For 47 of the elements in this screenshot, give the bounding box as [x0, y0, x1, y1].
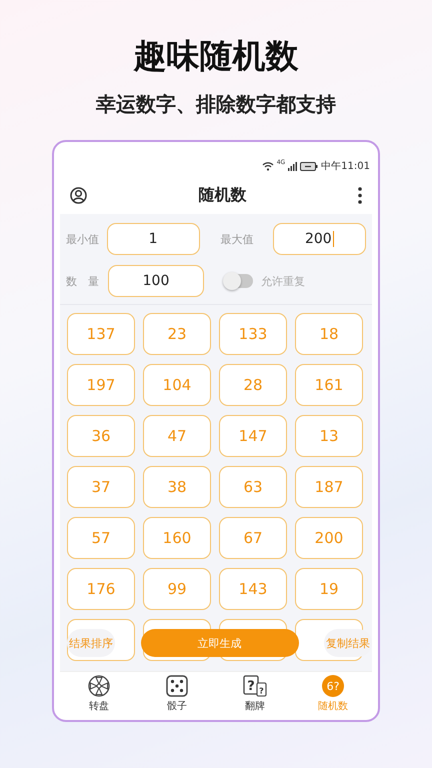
number-cell: 13	[295, 415, 363, 457]
repeat-label: 允许重复	[261, 274, 305, 288]
number-cell: 38	[143, 466, 211, 508]
number-cell: 137	[67, 313, 135, 355]
number-cell: 36	[67, 415, 135, 457]
number-cell: 23	[143, 313, 211, 355]
number-cell: 37	[67, 466, 135, 508]
min-label: 最小值	[66, 232, 100, 246]
number-icon: 6?	[322, 675, 344, 697]
number-cell: 63	[219, 466, 287, 508]
max-label: 最大值	[220, 232, 254, 246]
profile-icon[interactable]	[70, 186, 87, 204]
wheel-icon	[88, 675, 110, 697]
subtitle: 幸运数字、排除数字都支持	[96, 91, 336, 118]
status-time: 中午11:01	[321, 160, 370, 173]
min-field[interactable]: 1	[106, 223, 200, 255]
number-cell: 143	[219, 568, 287, 610]
number-cell: 176	[67, 568, 135, 610]
nav-tab[interactable]: ? ? 翻牌	[216, 672, 294, 716]
headline: 趣味随机数	[134, 36, 298, 76]
battery-icon	[300, 162, 318, 170]
number-cell: 147	[219, 415, 287, 457]
number-cell: 200	[295, 517, 363, 559]
count-label: 数 量	[66, 274, 100, 288]
number-cell: 197	[67, 364, 135, 406]
nav-tab[interactable]: 骰子	[138, 672, 216, 716]
more-icon[interactable]	[358, 186, 362, 204]
signal-icon	[288, 162, 298, 170]
number-cell: 104	[143, 364, 211, 406]
app-title: 随机数	[198, 184, 246, 206]
number-cell: 47	[143, 415, 211, 457]
number-cell: 187	[295, 466, 363, 508]
number-cell: 28	[219, 364, 287, 406]
nav-tab[interactable]: 转盘	[60, 672, 138, 716]
count-field[interactable]: 100	[108, 265, 204, 297]
number-cell: 99	[143, 568, 211, 610]
number-cell: 19	[295, 568, 363, 610]
number-cell: 18	[295, 313, 363, 355]
number-cell: 57	[67, 517, 135, 559]
wifi-icon	[262, 161, 274, 171]
max-field[interactable]: 200	[273, 223, 366, 255]
number-cell: 133	[219, 313, 287, 355]
number-cell: 67	[219, 517, 287, 559]
dice-icon	[166, 675, 188, 697]
number-cell: 161	[295, 364, 363, 406]
number-cell: 160	[143, 517, 211, 559]
repeat-toggle[interactable]	[225, 274, 253, 288]
